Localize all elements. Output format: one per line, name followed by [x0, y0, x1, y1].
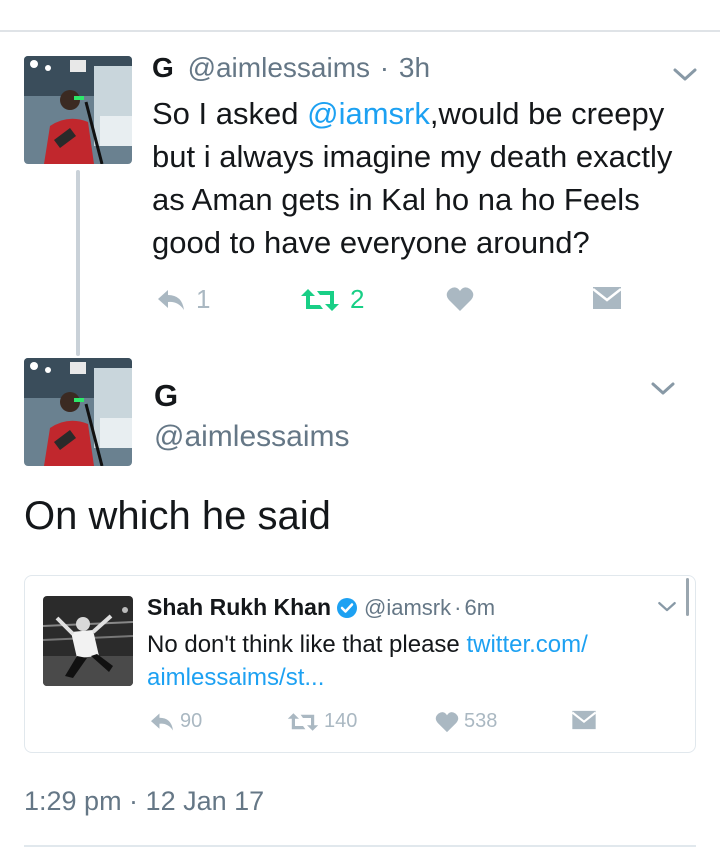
tweet-text-start: So I asked [152, 96, 308, 131]
avatar-image [24, 358, 132, 466]
quoted-retweet-button[interactable]: 140 [287, 710, 357, 733]
quoted-header: Shah Rukh Khan @iamsrk · 6m [147, 594, 495, 621]
avatar-image [43, 596, 133, 686]
chevron-down-icon[interactable] [650, 380, 676, 398]
quoted-tweet-card[interactable]: Shah Rukh Khan @iamsrk · 6m No don't thi… [24, 575, 696, 753]
quoted-time[interactable]: 6m [464, 595, 495, 621]
reply-button[interactable]: 1 [156, 284, 210, 315]
detail-author-handle[interactable]: @aimlessaims [154, 420, 349, 454]
reply-icon [151, 713, 173, 730]
chevron-down-icon[interactable] [657, 600, 677, 614]
quoted-reply-count: 90 [180, 710, 203, 732]
detail-author-name[interactable]: G [154, 378, 178, 414]
quoted-like-count: 538 [464, 710, 498, 732]
chevron-down-icon[interactable] [672, 66, 698, 84]
dm-icon [571, 710, 597, 730]
avatar[interactable] [24, 358, 132, 466]
quoted-avatar[interactable] [43, 596, 133, 686]
reply-icon [158, 289, 184, 310]
detail-tweet-text: On which he said [24, 494, 331, 538]
time-separator: · [454, 594, 462, 620]
bottom-divider [24, 845, 696, 847]
author-name[interactable]: G [152, 52, 174, 83]
quoted-retweet-count: 140 [324, 710, 358, 732]
tweet-timestamp: 1:29 pm · 12 Jan 17 [24, 786, 265, 816]
quoted-text-body: No don't think like that please [147, 631, 467, 658]
quoted-like-button[interactable]: 538 [435, 710, 497, 733]
like-icon [435, 711, 459, 732]
like-button[interactable] [446, 286, 474, 312]
reply-count: 1 [196, 284, 211, 314]
tweet-time[interactable]: 3h [399, 52, 430, 83]
mention-link[interactable]: @iamsrk [307, 96, 430, 131]
tweet-text: So I asked @iamsrk,would be creepy but i… [152, 92, 697, 264]
author-handle[interactable]: @aimlessaims [188, 52, 370, 83]
quoted-author-name[interactable]: Shah Rukh Khan [147, 594, 331, 621]
scrollbar[interactable] [686, 578, 689, 616]
verified-icon [337, 597, 358, 618]
avatar-image [24, 56, 132, 164]
retweet-icon [287, 712, 319, 731]
dm-icon [592, 287, 622, 309]
thread-connector-line [76, 170, 80, 356]
retweet-count: 2 [350, 284, 365, 314]
quoted-reply-button[interactable]: 90 [149, 710, 202, 733]
time-separator: · [379, 52, 390, 83]
tweet-header: G @aimlessaims · 3h [152, 52, 430, 84]
quoted-author-handle[interactable]: @iamsrk [364, 595, 451, 621]
avatar[interactable] [24, 56, 132, 164]
top-divider [0, 30, 720, 32]
quoted-tweet-text: No don't think like that please twitter.… [147, 628, 677, 694]
retweet-button[interactable]: 2 [300, 284, 364, 315]
quoted-dm-button[interactable] [571, 710, 597, 730]
like-icon [446, 287, 474, 311]
dm-button[interactable] [592, 286, 622, 310]
retweet-icon [301, 288, 339, 311]
